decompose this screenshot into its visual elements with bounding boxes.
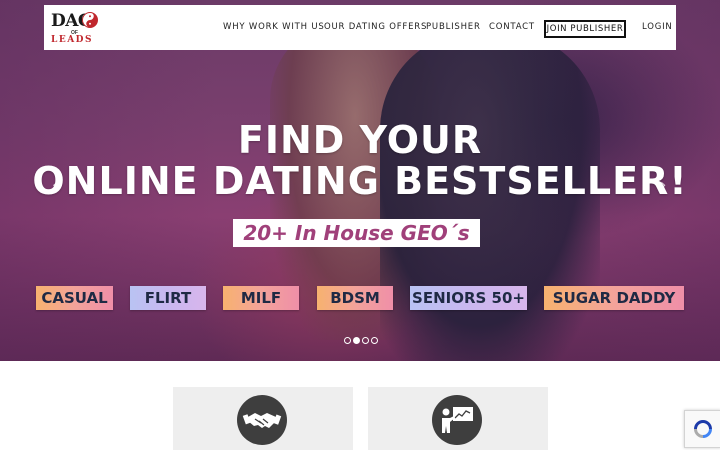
slider-dot[interactable]: [371, 337, 378, 344]
slider-next-arrow-icon[interactable]: ›: [660, 175, 666, 194]
hero-slider: FIND YOUR ONLINE DATING BESTSELLER! 20+ …: [0, 0, 720, 361]
hero-headline-line2: ONLINE DATING BESTSELLER!: [32, 159, 688, 203]
slider-prev-arrow-icon[interactable]: ‹: [52, 175, 58, 194]
logo-word-bottom: LEADS: [51, 35, 93, 45]
category-casual[interactable]: CASUAL: [36, 286, 113, 310]
category-seniors[interactable]: SENIORS 50+: [410, 286, 527, 310]
dao-of-leads-logo[interactable]: DAO OF LEADS: [51, 11, 103, 45]
nav-our-dating-offers[interactable]: OUR DATING OFFERS: [324, 5, 427, 50]
category-flirt[interactable]: FLIRT: [130, 286, 206, 310]
category-bdsm[interactable]: BDSM: [317, 286, 393, 310]
slider-dot[interactable]: [344, 337, 351, 344]
category-milf[interactable]: MILF: [223, 286, 299, 310]
category-sugar-daddy[interactable]: SUGAR DADDY: [544, 286, 684, 310]
recaptcha-icon: [694, 420, 712, 438]
nav-why-work-with-us[interactable]: WHY WORK WITH US: [223, 5, 325, 50]
top-navbar: DAO OF LEADS WHY WORK WITH US OUR DATING…: [44, 5, 676, 50]
recaptcha-badge[interactable]: [684, 410, 720, 448]
feature-card-partnership: [173, 387, 353, 450]
join-publisher-button[interactable]: JOIN PUBLISHER: [544, 20, 626, 38]
nav-login[interactable]: LOGIN: [642, 5, 673, 50]
geo-badge: 20+ In House GEO´s: [233, 219, 480, 247]
handshake-icon: [237, 395, 287, 445]
slider-pagination: [344, 337, 380, 344]
feature-card-presentation: [368, 387, 548, 450]
hero-headline-line1: FIND YOUR: [237, 118, 483, 162]
slider-dot[interactable]: [353, 337, 360, 344]
yin-yang-icon: [82, 12, 98, 28]
slider-dot[interactable]: [362, 337, 369, 344]
presentation-chart-icon: [432, 395, 482, 445]
nav-publisher[interactable]: PUBLISHER: [426, 5, 481, 50]
nav-contact[interactable]: CONTACT: [489, 5, 535, 50]
